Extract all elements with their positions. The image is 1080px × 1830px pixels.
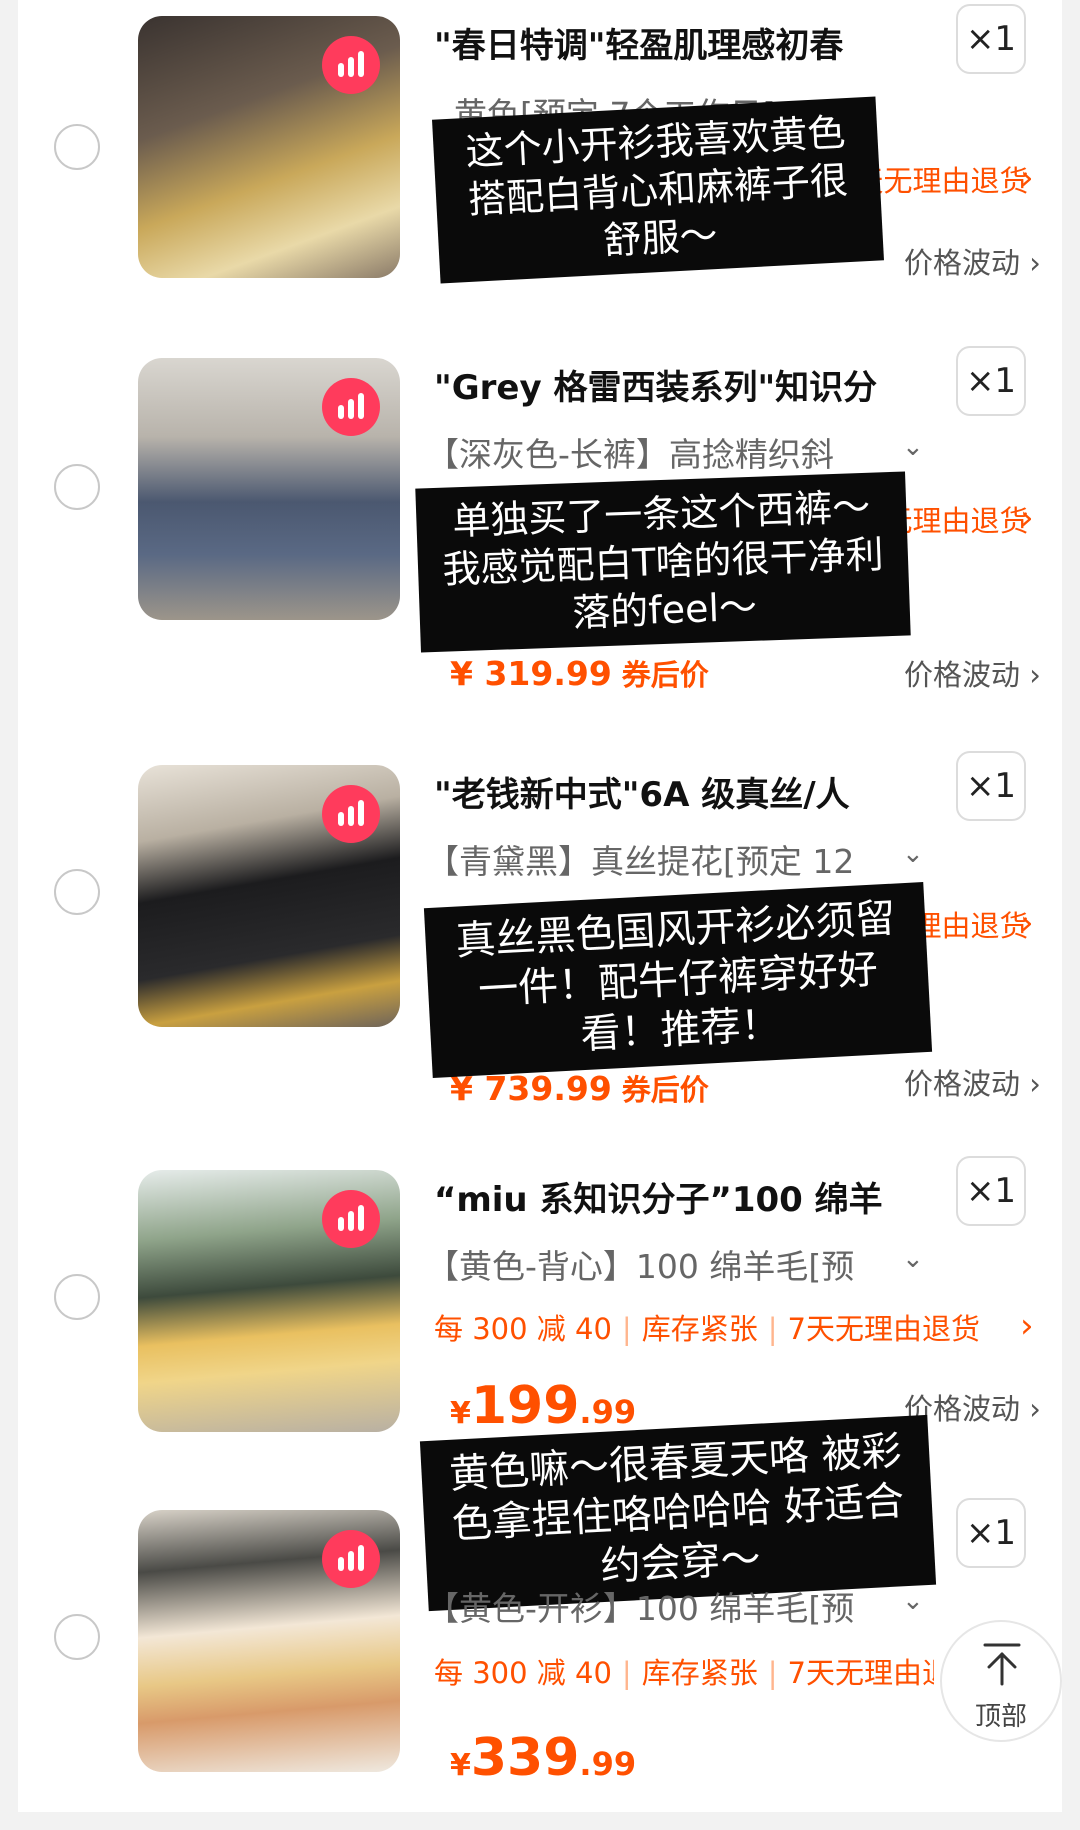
chevron-down-icon[interactable]: ⌄ (902, 839, 924, 869)
chevron-right-icon[interactable]: › (1020, 498, 1034, 538)
select-radio[interactable] (54, 869, 100, 915)
price-fluctuation-link[interactable]: 价格波动 › (904, 652, 1041, 694)
promo-tag: 每 300 减 40 (434, 1312, 612, 1346)
product-title[interactable]: "老钱新中式"6A 级真丝/人 (434, 767, 894, 816)
quantity-badge[interactable]: ×1 (956, 1498, 1026, 1568)
cart-item: ×1 【黄色-开衫】100 绵羊毛[预 ⌄ 每 300 减 40 | 库存紧张 | 7天… (18, 1490, 1062, 1830)
chevron-down-icon[interactable]: ⌄ (902, 1586, 924, 1616)
chevron-down-icon[interactable]: ⌄ (902, 1244, 924, 1274)
live-badge (322, 36, 380, 94)
price: ¥339.99 (450, 1728, 637, 1788)
sku-selector[interactable]: 【青黛黑】真丝提花[预定 12 (426, 835, 926, 883)
sku-selector[interactable]: 【深灰色-长裤】高捻精织斜 (426, 428, 926, 476)
product-thumbnail[interactable] (138, 358, 400, 620)
cart-item: “miu 系知识分子”100 绵羊 ×1 【黄色-背心】100 绵羊毛[预 ⌄ … (18, 1150, 1062, 1612)
overlay-caption: 单独买了一条这个西裤～我感觉配白T啥的很干净利落的feel～ (415, 471, 911, 653)
promo-tags: 每 300 减 40|库存紧张|7天无理由退货 (434, 1312, 980, 1346)
chevron-down-icon[interactable]: ⌄ (902, 432, 924, 462)
price-fluctuation-link[interactable]: 价格波动 › (904, 1061, 1041, 1103)
return-policy-tag: 7天无理由退货 (787, 1656, 935, 1690)
chart-bars-icon (338, 1205, 364, 1231)
overlay-caption: 这个小开衫我喜欢黄色 搭配白背心和麻裤子很舒服～ (432, 96, 884, 284)
live-badge (322, 378, 380, 436)
live-badge (322, 785, 380, 843)
select-radio[interactable] (54, 1274, 100, 1320)
select-radio[interactable] (54, 124, 100, 170)
product-thumbnail[interactable] (138, 16, 400, 278)
cart-item: "老钱新中式"6A 级真丝/人 ×1 【青黛黑】真丝提花[预定 12 ⌄ 7天无… (18, 745, 1062, 1108)
chevron-right-icon[interactable]: › (1020, 903, 1034, 943)
chart-bars-icon (338, 1545, 364, 1571)
return-policy-tag: 7天无理由退货 (787, 1312, 980, 1346)
live-badge (322, 1190, 380, 1248)
chart-bars-icon (338, 393, 364, 419)
sku-selector[interactable]: 【黄色-背心】100 绵羊毛[预 (426, 1240, 926, 1288)
quantity-badge[interactable]: ×1 (956, 1156, 1026, 1226)
quantity-badge[interactable]: ×1 (956, 4, 1026, 74)
select-radio[interactable] (54, 1614, 100, 1660)
scroll-top-button[interactable]: 顶部 (940, 1620, 1062, 1742)
promo-tag: 库存紧张 (641, 1656, 758, 1690)
product-title[interactable]: “miu 系知识分子”100 绵羊 (434, 1172, 894, 1221)
price: ¥ 319.99 券后价 (450, 654, 709, 693)
live-badge (322, 1530, 380, 1588)
select-radio[interactable] (54, 464, 100, 510)
price-fluctuation-link[interactable]: 价格波动 › (904, 240, 1041, 282)
product-thumbnail[interactable] (138, 1170, 400, 1432)
promo-tags: 每 300 减 40|库存紧张|7天无理由退货 (434, 1650, 934, 1692)
chevron-right-icon[interactable]: › (1020, 158, 1034, 198)
chevron-right-icon[interactable]: › (1020, 1306, 1034, 1346)
product-title[interactable]: "春日特调"轻盈肌理感初春 (434, 18, 894, 67)
cart-list: "春日特调"轻盈肌理感初春 ×1 黄色[预定 7个工作日]:S... 7天无理由… (18, 0, 1062, 1812)
cart-item: "春日特调"轻盈肌理感初春 ×1 黄色[预定 7个工作日]:S... 7天无理由… (18, 0, 1062, 340)
cart-item: "Grey 格雷西装系列"知识分 ×1 【深灰色-长裤】高捻精织斜 ⌄ 7天无理… (18, 340, 1062, 693)
sku-selector[interactable]: 【黄色-开衫】100 绵羊毛[预 (426, 1582, 926, 1630)
promo-tag: 每 300 减 40 (434, 1656, 612, 1690)
chart-bars-icon (338, 800, 364, 826)
product-title[interactable]: "Grey 格雷西装系列"知识分 (434, 360, 894, 409)
overlay-caption: 真丝黑色国风开衫必须留一件！配牛仔裤穿好好看！推荐！ (423, 882, 933, 1078)
scroll-top-label: 顶部 (974, 1702, 1027, 1732)
product-thumbnail[interactable] (138, 765, 400, 1027)
quantity-badge[interactable]: ×1 (956, 751, 1026, 821)
product-thumbnail[interactable] (138, 1510, 400, 1772)
price: ¥199.99 (450, 1376, 637, 1436)
quantity-badge[interactable]: ×1 (956, 346, 1026, 416)
chart-bars-icon (338, 51, 364, 77)
promo-tag: 库存紧张 (641, 1312, 758, 1346)
arrow-up-to-top-icon (983, 1643, 1021, 1686)
